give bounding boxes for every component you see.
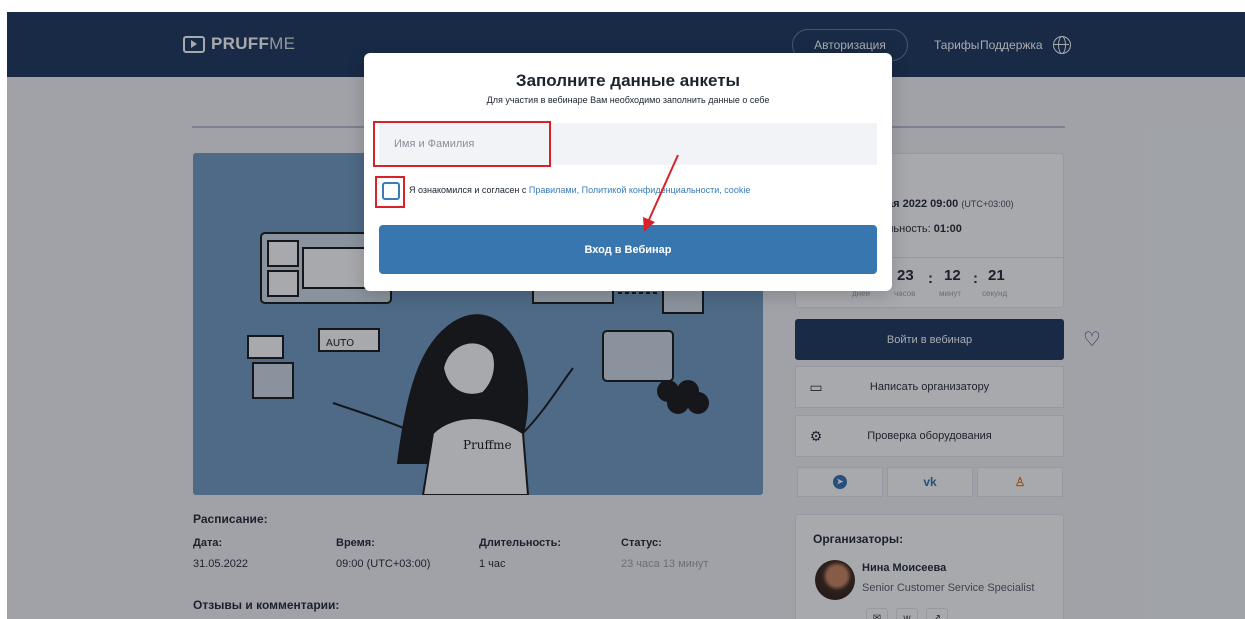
- enter-webinar-submit-button[interactable]: Вход в Вебинар: [379, 225, 877, 274]
- registration-modal: Заполните данные анкеты Для участия в ве…: [364, 53, 892, 291]
- consent-links[interactable]: Правилами, Политикой конфиденциальности,…: [529, 185, 750, 195]
- annotation-highlight-checkbox: [375, 176, 405, 208]
- annotation-highlight-name: [373, 121, 551, 167]
- consent-text: Я ознакомился и согласен с Правилами, По…: [409, 185, 751, 195]
- modal-subtitle: Для участия в вебинаре Вам необходимо за…: [486, 95, 770, 105]
- modal-title: Заполните данные анкеты: [515, 71, 741, 90]
- browser-frame: PRUFFME Авторизация Тарифы Поддержка Pru…: [7, 12, 1245, 619]
